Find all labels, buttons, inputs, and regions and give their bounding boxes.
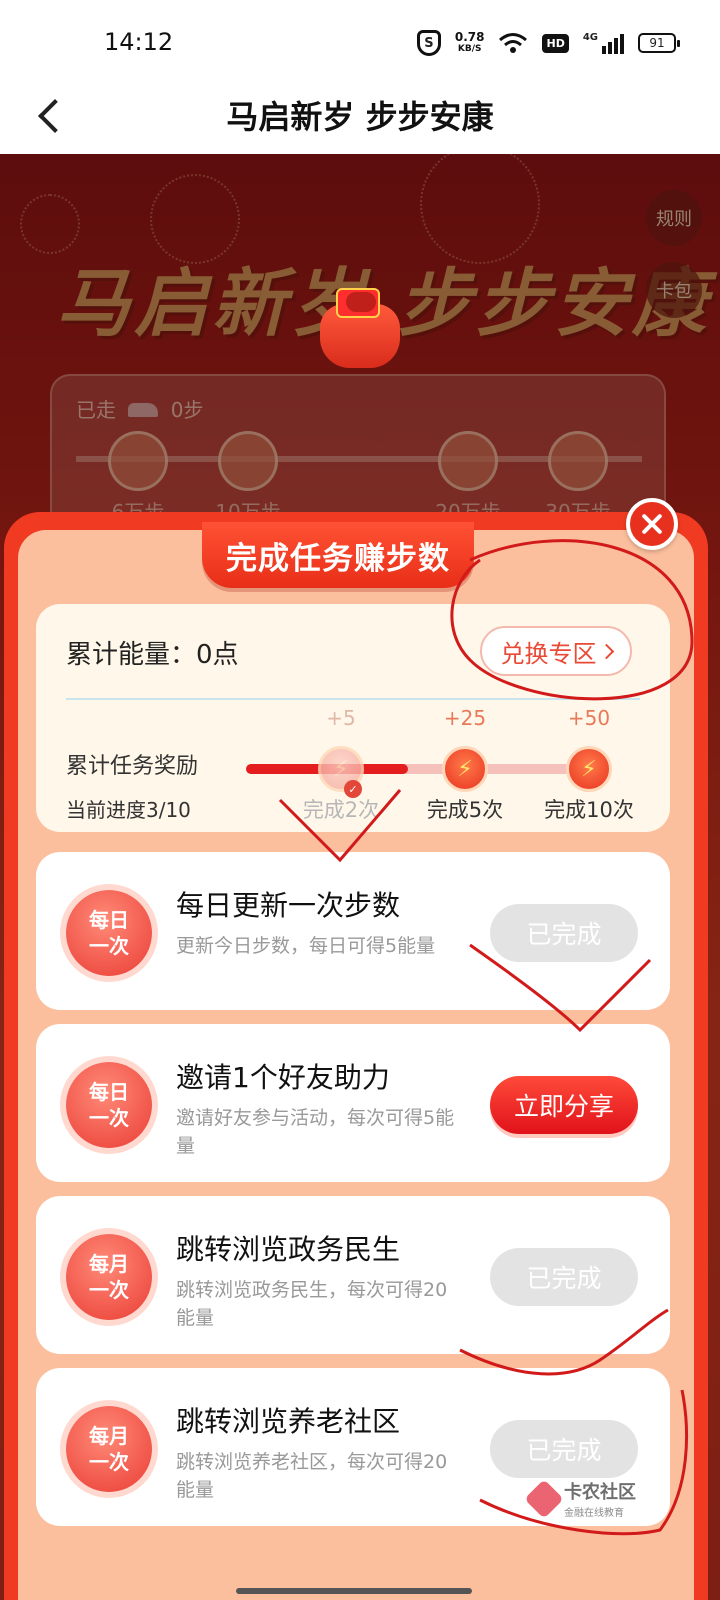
- battery-icon: 91: [638, 33, 680, 53]
- task-completed-button[interactable]: 已完成: [490, 904, 638, 962]
- status-icons: S 0.78 KB/S HD 4G 91: [416, 30, 680, 56]
- badge-bottom: 一次: [89, 1278, 129, 1302]
- reward-milestone-label: 完成5次: [426, 798, 504, 822]
- frequency-badge: 每月 一次: [66, 1406, 152, 1492]
- network-speed: 0.78 KB/S: [455, 31, 485, 55]
- nav-bar: 马启新岁 步步安康: [0, 80, 720, 154]
- reward-label: 累计任务奖励: [66, 754, 199, 779]
- energy-total: 累计能量：0点: [66, 640, 239, 670]
- watermark-sub: 金融在线教育: [564, 1508, 624, 1519]
- watermark-name: 卡农社区: [564, 1482, 636, 1503]
- energy-card: 累计能量：0点 兑换专区 累计任务奖励 当前进度3/10 +5 +25 +50 …: [36, 604, 670, 832]
- home-indicator[interactable]: [236, 1588, 472, 1594]
- badge-top: 每日: [89, 1080, 129, 1104]
- share-now-button[interactable]: 立即分享: [490, 1076, 638, 1134]
- sheet-title: 完成任务赚步数: [226, 540, 450, 577]
- lightning-icon: ⚡: [442, 746, 488, 792]
- task-completed-button[interactable]: 已完成: [490, 1420, 638, 1478]
- task-description: 跳转浏览养老社区，每次可得20能量: [176, 1451, 448, 1501]
- speed-unit: KB/S: [457, 44, 482, 54]
- signal-icon: 4G: [583, 32, 624, 54]
- badge-top: 每月: [89, 1252, 129, 1276]
- battery-level: 91: [649, 36, 665, 50]
- badge-bottom: 一次: [89, 1106, 129, 1130]
- task-title: 邀请1个好友助力: [176, 1061, 390, 1094]
- status-time: 14:12: [104, 28, 174, 56]
- reward-bonus: +5: [326, 706, 356, 730]
- security-shield-icon: S: [416, 30, 441, 56]
- page-title: 马启新岁 步步安康: [226, 98, 494, 136]
- task-title: 每日更新一次步数: [176, 889, 401, 922]
- task-description: 邀请好友参与活动，每次可得5能量: [176, 1107, 455, 1157]
- red-packet-bag-icon: [316, 288, 406, 368]
- chevron-right-icon: [598, 643, 614, 659]
- reward-bonus: +25: [443, 706, 487, 730]
- close-button[interactable]: [626, 498, 678, 550]
- speed-value: 0.78: [454, 30, 485, 44]
- redeem-label: 兑换专区: [500, 639, 597, 668]
- divider: [66, 698, 640, 700]
- reward-milestone-label: 完成10次: [544, 798, 634, 822]
- frequency-badge: 每月 一次: [66, 1234, 152, 1320]
- status-bar: 14:12 S 0.78 KB/S HD 4G 91: [0, 0, 720, 90]
- badge-bottom: 一次: [89, 934, 129, 958]
- reward-progress-track: [246, 764, 606, 774]
- frequency-badge: 每日 一次: [66, 890, 152, 976]
- redeem-zone-button[interactable]: 兑换专区: [480, 626, 632, 676]
- network-type: 4G: [582, 32, 598, 43]
- watermark: 卡农社区 金融在线教育: [524, 1478, 636, 1519]
- frequency-badge: 每日 一次: [66, 1062, 152, 1148]
- task-card: 每日 一次 邀请1个好友助力 邀请好友参与活动，每次可得5能量 立即分享: [36, 1024, 670, 1182]
- badge-top: 每日: [89, 908, 129, 932]
- badge-bottom: 一次: [89, 1450, 129, 1474]
- task-title: 跳转浏览政务民生: [176, 1233, 401, 1266]
- task-title: 跳转浏览养老社区: [176, 1405, 401, 1438]
- hd-icon: HD: [542, 33, 569, 53]
- sheet-title-tab: 完成任务赚步数: [202, 522, 474, 588]
- progress-label: 当前进度3/10: [66, 798, 191, 822]
- task-card: 每日 一次 每日更新一次步数 更新今日步数，每日可得5能量 已完成: [36, 852, 670, 1010]
- lightning-icon: ⚡: [566, 746, 612, 792]
- watermark-logo-icon: [524, 1478, 564, 1519]
- reward-milestone-label: 完成2次: [302, 798, 380, 822]
- task-sheet: 完成任务赚步数 累计能量：0点 兑换专区 累计任务奖励 当前进度3/10 +5 …: [0, 498, 720, 1600]
- task-description: 跳转浏览政务民生，每次可得20能量: [176, 1279, 448, 1329]
- task-card: 每月 一次 跳转浏览政务民生 跳转浏览政务民生，每次可得20能量 已完成: [36, 1196, 670, 1354]
- task-description: 更新今日步数，每日可得5能量: [176, 935, 436, 957]
- badge-top: 每月: [89, 1424, 129, 1448]
- task-completed-button[interactable]: 已完成: [490, 1248, 638, 1306]
- wifi-icon: [499, 33, 528, 53]
- reward-bonus: +50: [567, 706, 611, 730]
